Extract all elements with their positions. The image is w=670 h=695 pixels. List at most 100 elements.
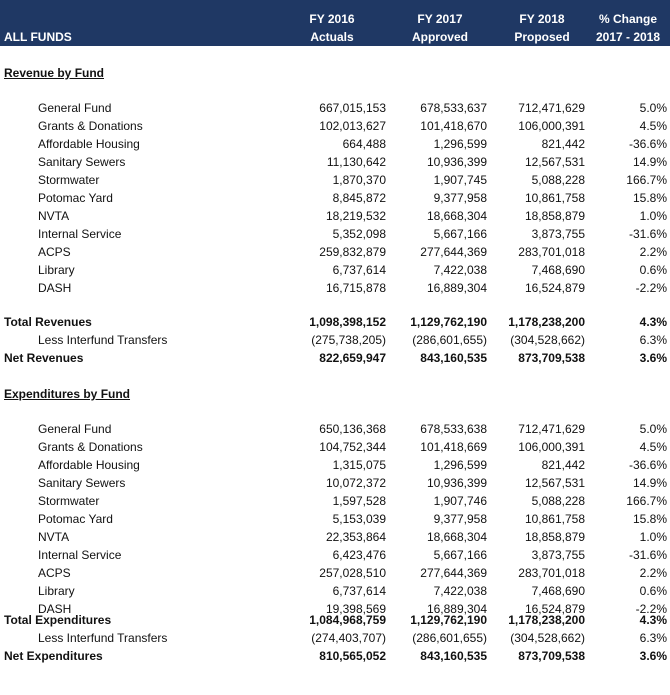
row-label: Net Revenues [4, 351, 84, 365]
cell-fy2018: 821,442 [541, 458, 585, 472]
cell-pct-change: 4.5% [639, 119, 667, 133]
row-label: Sanitary Sewers [38, 155, 126, 169]
cell-fy2016: 6,423,476 [332, 548, 386, 562]
row-label: Net Expenditures [4, 649, 103, 663]
cell-fy2016: 18,219,532 [325, 209, 386, 223]
cell-pct-change: -36.6% [628, 458, 667, 472]
row-label: General Fund [38, 101, 112, 115]
cell-fy2018: (304,528,662) [510, 333, 585, 347]
row-label: NVTA [38, 530, 70, 544]
cell-fy2017: 10,936,399 [426, 476, 487, 490]
cell-pct-change: 2.2% [639, 566, 667, 580]
section-title-expenditures: Expenditures by Fund [4, 387, 131, 401]
table-row: Net Expenditures 810,565,052 843,160,535 87… [0, 647, 670, 665]
header-title: ALL FUNDS [4, 30, 72, 44]
cell-fy2016: 6,737,614 [332, 263, 386, 277]
cell-pct-change: 1.0% [639, 530, 667, 544]
cell-fy2016: 259,832,879 [319, 245, 386, 259]
cell-fy2017: 277,644,369 [420, 245, 487, 259]
row-label: Less Interfund Transfers [38, 333, 168, 347]
table-row: ACPS 257,028,510 277,644,369 283,701,018 2.2… [0, 564, 670, 582]
row-label: Internal Service [38, 227, 122, 241]
row-label: Grants & Donations [38, 440, 143, 454]
cell-pct-change: 3.6% [639, 351, 667, 365]
row-label: General Fund [38, 422, 112, 436]
header-fy2017-sub: Approved [411, 30, 468, 44]
cell-fy2018: (304,528,662) [510, 631, 585, 645]
table-row: Stormwater 1,870,370 1,907,745 5,088,228 166… [0, 171, 670, 189]
cell-fy2017: 10,936,399 [426, 155, 487, 169]
cell-fy2016: 1,315,075 [332, 458, 386, 472]
table-row: Sanitary Sewers 10,072,372 10,936,399 12,56… [0, 474, 670, 492]
cell-fy2018: 283,701,018 [518, 245, 585, 259]
cell-fy2016: 822,659,947 [319, 351, 386, 365]
header-fy2016: FY 2016 [309, 12, 355, 26]
cell-fy2018: 12,567,531 [524, 155, 585, 169]
cell-fy2017: 7,422,038 [433, 584, 487, 598]
table-row: Net Revenues 822,659,947 843,160,535 873,70… [0, 349, 670, 367]
cell-fy2018: 5,088,228 [531, 494, 585, 508]
table-row: Total Expenditures 1,084,968,759 1,129,762… [0, 611, 670, 629]
cell-fy2018: 283,701,018 [518, 566, 585, 580]
cell-pct-change: 5.0% [639, 422, 667, 436]
row-label: Stormwater [38, 173, 100, 187]
cell-fy2018: 18,858,879 [524, 209, 585, 223]
table-row: Grants & Donations 104,752,344 101,418,669… [0, 438, 670, 456]
cell-fy2016: 1,084,968,759 [309, 613, 386, 627]
cell-fy2018: 873,709,538 [518, 649, 585, 663]
row-label: Internal Service [38, 548, 122, 562]
cell-fy2017: (286,601,655) [412, 333, 487, 347]
table-row: Less Interfund Transfers (275,738,205) (28… [0, 331, 670, 349]
cell-fy2017: 1,907,746 [433, 494, 487, 508]
row-label: ACPS [38, 245, 71, 259]
table-row: Potomac Yard 8,845,872 9,377,958 10,861,758… [0, 189, 670, 207]
cell-fy2017: 9,377,958 [433, 191, 487, 205]
header-pct-change-sub: 2017 - 2018 [595, 30, 661, 44]
cell-fy2016: 1,597,528 [332, 494, 386, 508]
table-row: Total Revenues 1,098,398,152 1,129,762,190… [0, 313, 670, 331]
cell-fy2016: 10,072,372 [325, 476, 386, 490]
cell-pct-change: -31.6% [628, 548, 667, 562]
cell-pct-change: 4.3% [639, 613, 667, 627]
table-row: Potomac Yard 5,153,039 9,377,958 10,861,758… [0, 510, 670, 528]
cell-pct-change: 14.9% [632, 476, 667, 490]
cell-fy2017: 678,533,637 [420, 101, 487, 115]
cell-pct-change: -2.2% [635, 281, 667, 295]
cell-fy2018: 5,088,228 [531, 173, 585, 187]
row-label: Sanitary Sewers [38, 476, 126, 490]
header-fy2018-sub: Proposed [514, 30, 570, 44]
table-row: ACPS 259,832,879 277,644,369 283,701,018 2.2… [0, 243, 670, 261]
cell-fy2018: 7,468,690 [531, 584, 585, 598]
row-label: Potomac Yard [38, 512, 113, 526]
table-row: Library 6,737,614 7,422,038 7,468,690 0.6% [0, 261, 670, 279]
row-label: Affordable Housing [38, 458, 140, 472]
cell-fy2017: 1,129,762,190 [410, 613, 487, 627]
cell-pct-change: 6.3% [639, 631, 667, 645]
row-label: Grants & Donations [38, 119, 143, 133]
cell-fy2016: 22,353,864 [325, 530, 386, 544]
header-pct-change: % Change [598, 12, 657, 26]
row-label: Total Revenues [4, 315, 92, 329]
cell-pct-change: 0.6% [639, 263, 667, 277]
header-fy2016-sub: Actuals [310, 30, 354, 44]
cell-pct-change: 0.6% [639, 584, 667, 598]
cell-fy2018: 10,861,758 [524, 191, 585, 205]
cell-fy2016: 102,013,627 [319, 119, 386, 133]
cell-fy2017: 843,160,535 [420, 649, 487, 663]
table-row: General Fund 650,136,368 678,533,638 712,47… [0, 420, 670, 438]
cell-fy2016: (275,738,205) [311, 333, 386, 347]
header-fy2018: FY 2018 [519, 12, 565, 26]
table-row: Grants & Donations 102,013,627 101,418,670… [0, 117, 670, 135]
row-label: ACPS [38, 566, 71, 580]
cell-fy2017: 1,907,745 [433, 173, 487, 187]
cell-fy2016: 5,153,039 [332, 512, 386, 526]
table-row: Internal Service 6,423,476 5,667,166 3,873,… [0, 546, 670, 564]
cell-pct-change: 1.0% [639, 209, 667, 223]
cell-fy2016: 11,130,642 [326, 155, 386, 169]
cell-fy2018: 106,000,391 [518, 440, 585, 454]
cell-fy2017: 5,667,166 [433, 227, 487, 241]
cell-fy2016: 16,715,878 [325, 281, 386, 295]
cell-fy2017: 101,418,670 [420, 119, 487, 133]
cell-fy2018: 873,709,538 [518, 351, 585, 365]
cell-fy2017: 1,129,762,190 [410, 315, 487, 329]
